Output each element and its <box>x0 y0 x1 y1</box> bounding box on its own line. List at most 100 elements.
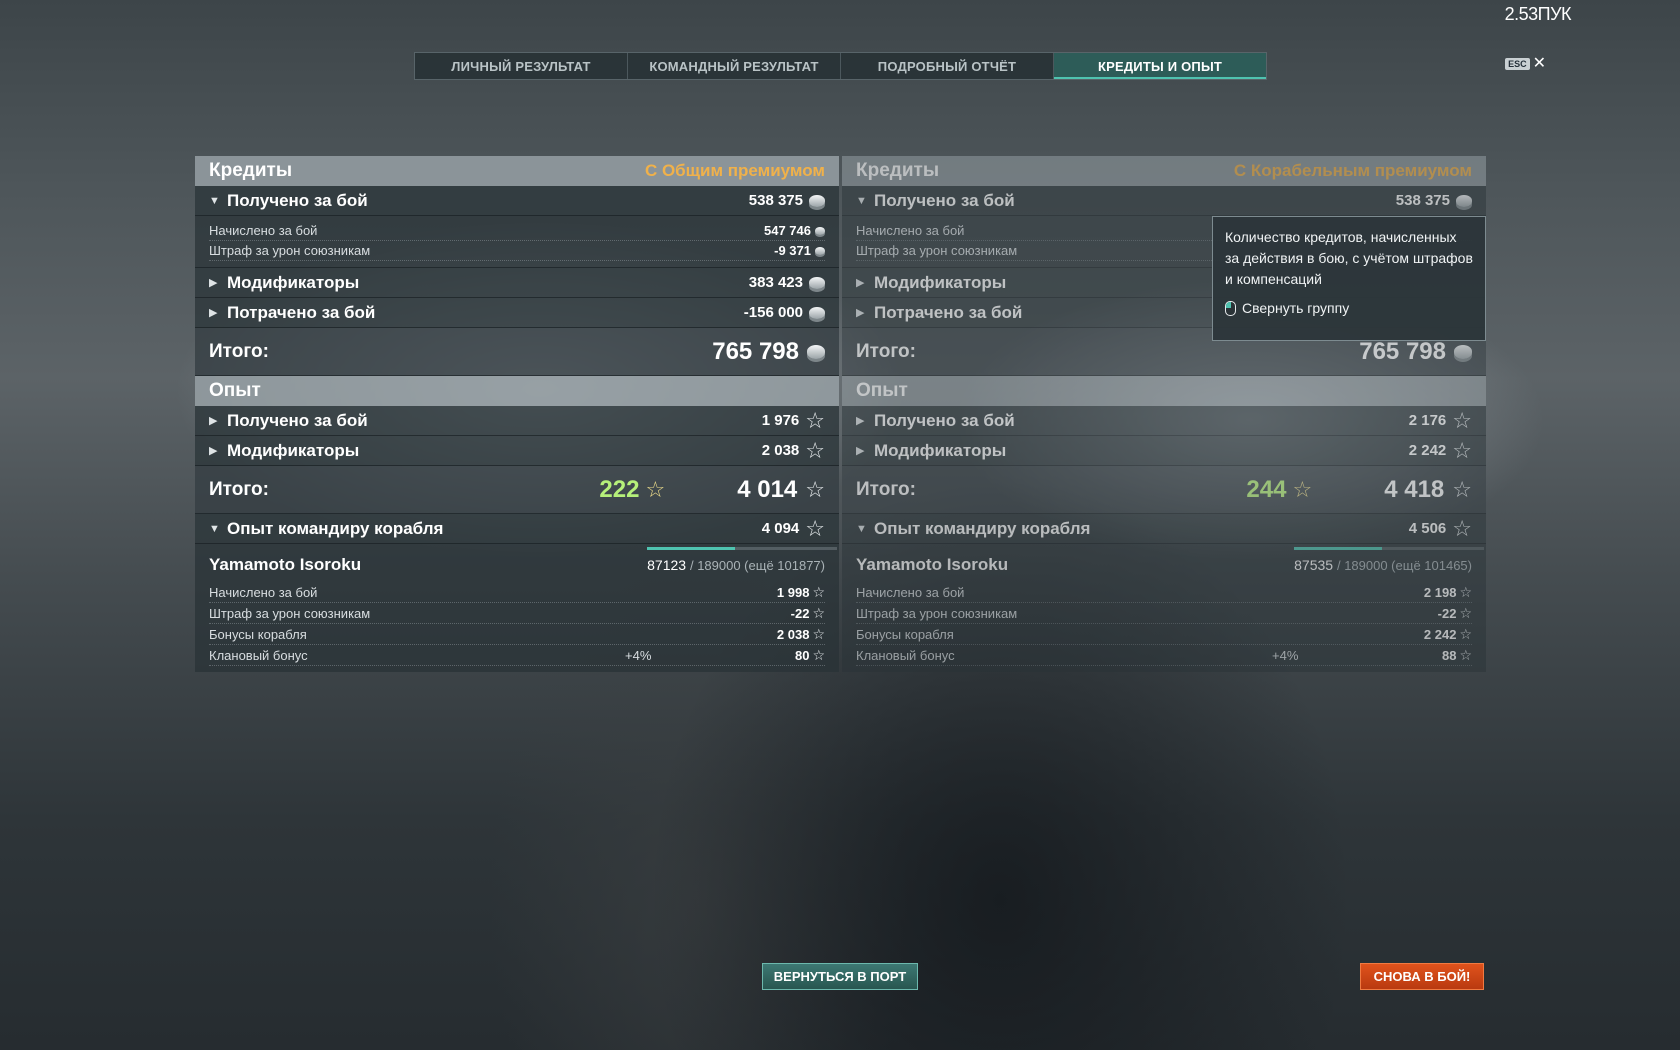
tooltip-hint: Свернуть группу <box>1225 300 1473 316</box>
detail-label: Штраф за урон союзникам <box>856 243 1018 258</box>
battle-again-button[interactable]: СНОВА В БОЙ! <box>1360 963 1484 990</box>
star-icon: ☆ <box>1459 647 1472 663</box>
chevron-right-icon: ▶ <box>209 307 218 319</box>
tab-personal-result[interactable]: ЛИЧНЫЙ РЕЗУЛЬТАТ <box>415 53 628 79</box>
total-label: Итого: <box>209 478 269 500</box>
chevron-right-icon: ▶ <box>856 277 865 289</box>
coin-icon <box>815 246 825 255</box>
group-label: Потрачено за бой <box>227 302 376 322</box>
group-credits-earned[interactable]: ▼ Получено за бой 538 375 <box>195 186 839 216</box>
star-icon: ☆ <box>805 407 825 433</box>
group-value: -156 000 <box>743 304 803 321</box>
group-value: 1 976 <box>761 412 800 429</box>
star-icon: ☆ <box>1459 605 1472 621</box>
star-icon: ☆ <box>1459 584 1472 600</box>
tab-detailed-report[interactable]: ПОДРОБНЫЙ ОТЧЁТ <box>841 53 1054 79</box>
tab-team-result[interactable]: КОМАНДНЫЙ РЕЗУЛЬТАТ <box>628 53 841 79</box>
coin-icon <box>815 226 825 235</box>
group-exp-modifiers[interactable]: ▶ Модификаторы 2 038 ☆ <box>195 436 839 466</box>
credits-header: Кредиты С Общим премиумом <box>195 156 839 186</box>
progress-fill <box>647 547 735 550</box>
total-label: Итого: <box>856 478 916 500</box>
return-to-port-button[interactable]: ВЕРНУТЬСЯ В ПОРТ <box>762 963 918 990</box>
row-percent: +4% <box>625 647 652 663</box>
commander-needed-exp: / 189000 (ещё 101465) <box>1336 558 1472 573</box>
coin-icon <box>1456 194 1472 207</box>
row-label: Штраф за урон союзникам <box>209 605 371 621</box>
row-label: Бонусы корабля <box>856 626 954 642</box>
tooltip-text: Количество кредитов, начисленных за дейс… <box>1225 229 1473 287</box>
detail-label: Штраф за урон союзникам <box>209 243 371 258</box>
row-value: 2 242 <box>1423 626 1457 642</box>
tab-credits-and-exp[interactable]: КРЕДИТЫ И ОПЫТ <box>1054 53 1266 79</box>
star-icon: ☆ <box>812 626 825 642</box>
row-value: -22 <box>790 605 810 621</box>
premium-label: С Общим премиумом <box>644 161 825 180</box>
group-label: Модификаторы <box>227 440 360 460</box>
chevron-down-icon: ▼ <box>209 194 220 207</box>
star-icon: ☆ <box>812 584 825 600</box>
total-label: Итого: <box>209 340 269 362</box>
detail-value: 547 746 <box>764 223 811 238</box>
star-icon: ☆ <box>805 476 825 502</box>
esc-key-icon: ESC <box>1505 58 1530 70</box>
star-icon: ☆ <box>1452 407 1472 433</box>
group-exp-earned[interactable]: ▶ Получено за бой 2 176 ☆ <box>842 406 1486 436</box>
fps-counter: 2.53ПУК <box>1504 4 1572 24</box>
group-credits-spent[interactable]: ▶ Потрачено за бой -156 000 <box>195 298 839 328</box>
commander-row: Бонусы корабля 2 038 ☆ <box>209 624 825 645</box>
chevron-down-icon: ▼ <box>209 522 220 535</box>
commander-row: Бонусы корабля 2 242 ☆ <box>856 624 1472 645</box>
row-label: Клановый бонус <box>856 647 955 663</box>
group-value: 383 423 <box>748 274 803 291</box>
coin-icon <box>809 194 825 207</box>
row-percent: +4% <box>1272 647 1299 663</box>
credits-title: Кредиты <box>856 160 940 181</box>
star-icon: ☆ <box>1452 437 1472 463</box>
group-label: Получено за бой <box>874 190 1015 210</box>
group-commander-exp[interactable]: ▼ Опыт командиру корабля 4 094 ☆ <box>195 514 839 544</box>
chevron-right-icon: ▶ <box>209 277 218 289</box>
star-icon: ☆ <box>1459 626 1472 642</box>
group-label: Модификаторы <box>227 272 360 292</box>
total-value: 4 418 <box>1384 475 1445 503</box>
tooltip: Количество кредитов, начисленных за дейс… <box>1212 216 1486 341</box>
group-label: Опыт командиру корабля <box>227 518 444 538</box>
row-value: 2 198 <box>1423 584 1457 600</box>
chevron-down-icon: ▼ <box>856 194 867 207</box>
commander-progress-bar <box>647 547 838 550</box>
group-commander-exp[interactable]: ▼ Опыт командиру корабля 4 506 ☆ <box>842 514 1486 544</box>
commander-row: Штраф за урон союзникам -22 ☆ <box>856 603 1472 624</box>
free-exp-star-icon: ☆ <box>1292 476 1313 502</box>
exp-title: Опыт <box>209 380 261 401</box>
commander-name: Yamamoto Isoroku <box>209 555 362 574</box>
commander-current-exp: 87123 <box>647 557 687 573</box>
free-exp-value: 244 <box>1246 475 1287 503</box>
group-credits-modifiers[interactable]: ▶ Модификаторы 383 423 <box>195 268 839 298</box>
commander-progress: 87123 / 189000 (ещё 101877) <box>647 547 838 573</box>
exp-title: Опыт <box>856 380 908 401</box>
total-value: 4 014 <box>737 475 798 503</box>
credits-total: Итого: 765 798 <box>195 328 839 376</box>
close-button[interactable]: ESC ✕ <box>1505 56 1546 72</box>
group-label: Потрачено за бой <box>874 302 1023 322</box>
chevron-down-icon: ▼ <box>856 522 867 535</box>
coin-icon <box>809 306 825 319</box>
star-icon: ☆ <box>812 647 825 663</box>
group-value: 2 242 <box>1408 442 1447 459</box>
row-value: 2 038 <box>776 626 810 642</box>
group-value: 4 506 <box>1408 520 1447 537</box>
commander-details: Yamamoto Isoroku 87535 / 189000 (ещё 101… <box>842 544 1486 672</box>
commander-progress: 87535 / 189000 (ещё 101465) <box>1294 547 1485 573</box>
group-credits-earned[interactable]: ▼ Получено за бой 538 375 <box>842 186 1486 216</box>
result-tabs: ЛИЧНЫЙ РЕЗУЛЬТАТ КОМАНДНЫЙ РЕЗУЛЬТАТ ПОД… <box>414 52 1267 80</box>
coin-icon <box>809 276 825 289</box>
group-label: Модификаторы <box>874 272 1007 292</box>
group-exp-earned[interactable]: ▶ Получено за бой 1 976 ☆ <box>195 406 839 436</box>
star-icon: ☆ <box>1452 515 1472 541</box>
close-icon: ✕ <box>1532 55 1546 72</box>
coin-icon <box>807 344 825 359</box>
group-exp-modifiers[interactable]: ▶ Модификаторы 2 242 ☆ <box>842 436 1486 466</box>
exp-total: Итого: 244 ☆ 4 418 ☆ <box>842 466 1486 514</box>
exp-header: Опыт <box>195 376 839 406</box>
